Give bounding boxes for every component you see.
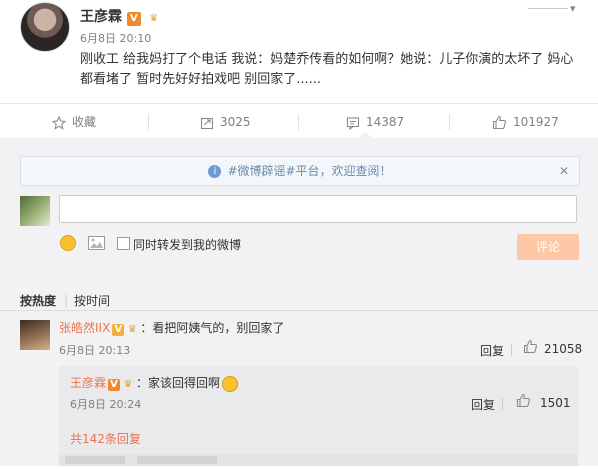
- author-name[interactable]: 王彦霖: [80, 9, 122, 25]
- verified-v-icon: V: [108, 379, 121, 391]
- active-tab-caret: [358, 131, 372, 138]
- comment-time: 6月8日 20:13: [59, 344, 131, 357]
- like-button[interactable]: 101927: [492, 104, 559, 140]
- comment-input[interactable]: [59, 195, 577, 223]
- vip-icon: ♛: [127, 324, 137, 335]
- submit-comment-button[interactable]: 评论: [517, 234, 579, 260]
- comment-icon: [346, 116, 360, 130]
- forward-count: 3025: [220, 115, 251, 129]
- forward-icon: [200, 117, 214, 129]
- sort-by-hot-tab[interactable]: 按热度: [20, 292, 56, 309]
- star-icon: [51, 115, 67, 130]
- action-divider: [511, 344, 512, 356]
- post-action-bar: 收藏 3025 14387 101927: [0, 103, 598, 141]
- verified-v-icon: V: [112, 324, 125, 336]
- notice-banner: i #微博辟谣#平台，欢迎查阅！ ✕: [20, 156, 580, 186]
- info-icon: i: [208, 165, 222, 178]
- close-icon[interactable]: ✕: [559, 157, 569, 185]
- comment-like-count: 21058: [544, 342, 583, 356]
- reply-text: ：家该回得回啊: [136, 376, 221, 390]
- vip-icon: ♛: [123, 379, 133, 390]
- reply-like-count: 1501: [540, 396, 571, 410]
- commenter-avatar[interactable]: [20, 320, 50, 350]
- action-divider: [502, 398, 503, 410]
- favorite-label: 收藏: [72, 115, 97, 129]
- comment-button[interactable]: 14387: [346, 104, 404, 140]
- post-time[interactable]: 6月8日 20:10: [80, 30, 151, 46]
- verified-v-icon: V: [126, 12, 141, 26]
- commenter-name[interactable]: 张皓然IIX: [59, 321, 110, 335]
- reply-button[interactable]: 回复: [480, 342, 504, 359]
- notice-link[interactable]: #微博辟谣#平台，欢迎查阅！: [227, 164, 391, 178]
- author-name-row: 王彦霖 V ♛: [80, 6, 162, 26]
- like-icon[interactable]: [523, 339, 538, 354]
- reply-time: 6月8日 20:24: [70, 398, 142, 411]
- sort-by-time-tab[interactable]: 按时间: [74, 292, 110, 309]
- comment-text: ：看把阿姨气的，别回家了: [140, 321, 285, 335]
- like-count: 101927: [513, 115, 559, 129]
- more-replies-link[interactable]: 共142条回复: [70, 430, 141, 447]
- forward-button[interactable]: 3025: [200, 104, 251, 140]
- comment-count: 14387: [366, 115, 405, 129]
- reply-line: 王彦霖 V ♛ ：家该回得回啊: [70, 374, 239, 392]
- comment-line: 张皓然IIX V ♛ ：看把阿姨气的，别回家了: [59, 319, 284, 337]
- forward-checkbox-label[interactable]: 同时转发到我的微博: [133, 236, 241, 253]
- menu-decoration: [528, 0, 568, 9]
- vip-icon: ♛: [149, 13, 159, 24]
- favorite-button[interactable]: 收藏: [51, 104, 97, 140]
- image-icon[interactable]: [88, 236, 105, 250]
- cut-off-row: [59, 454, 578, 466]
- emoji-icon[interactable]: [60, 235, 76, 251]
- like-icon[interactable]: [516, 393, 531, 408]
- forward-checkbox[interactable]: [117, 237, 130, 250]
- reply-author[interactable]: 王彦霖: [70, 376, 106, 390]
- reply-button[interactable]: 回复: [471, 396, 495, 413]
- post-text: 刚收工 给我妈打了个电话 我说：妈楚乔传看的如何啊？她说：儿子你演的太坏了 妈心…: [80, 52, 574, 87]
- author-avatar[interactable]: [20, 2, 70, 52]
- sort-divider: |: [64, 293, 69, 307]
- my-avatar: [20, 196, 50, 226]
- chevron-down-icon[interactable]: ▾: [570, 2, 576, 15]
- like-icon: [492, 115, 507, 130]
- crying-emoji-icon: [222, 375, 239, 392]
